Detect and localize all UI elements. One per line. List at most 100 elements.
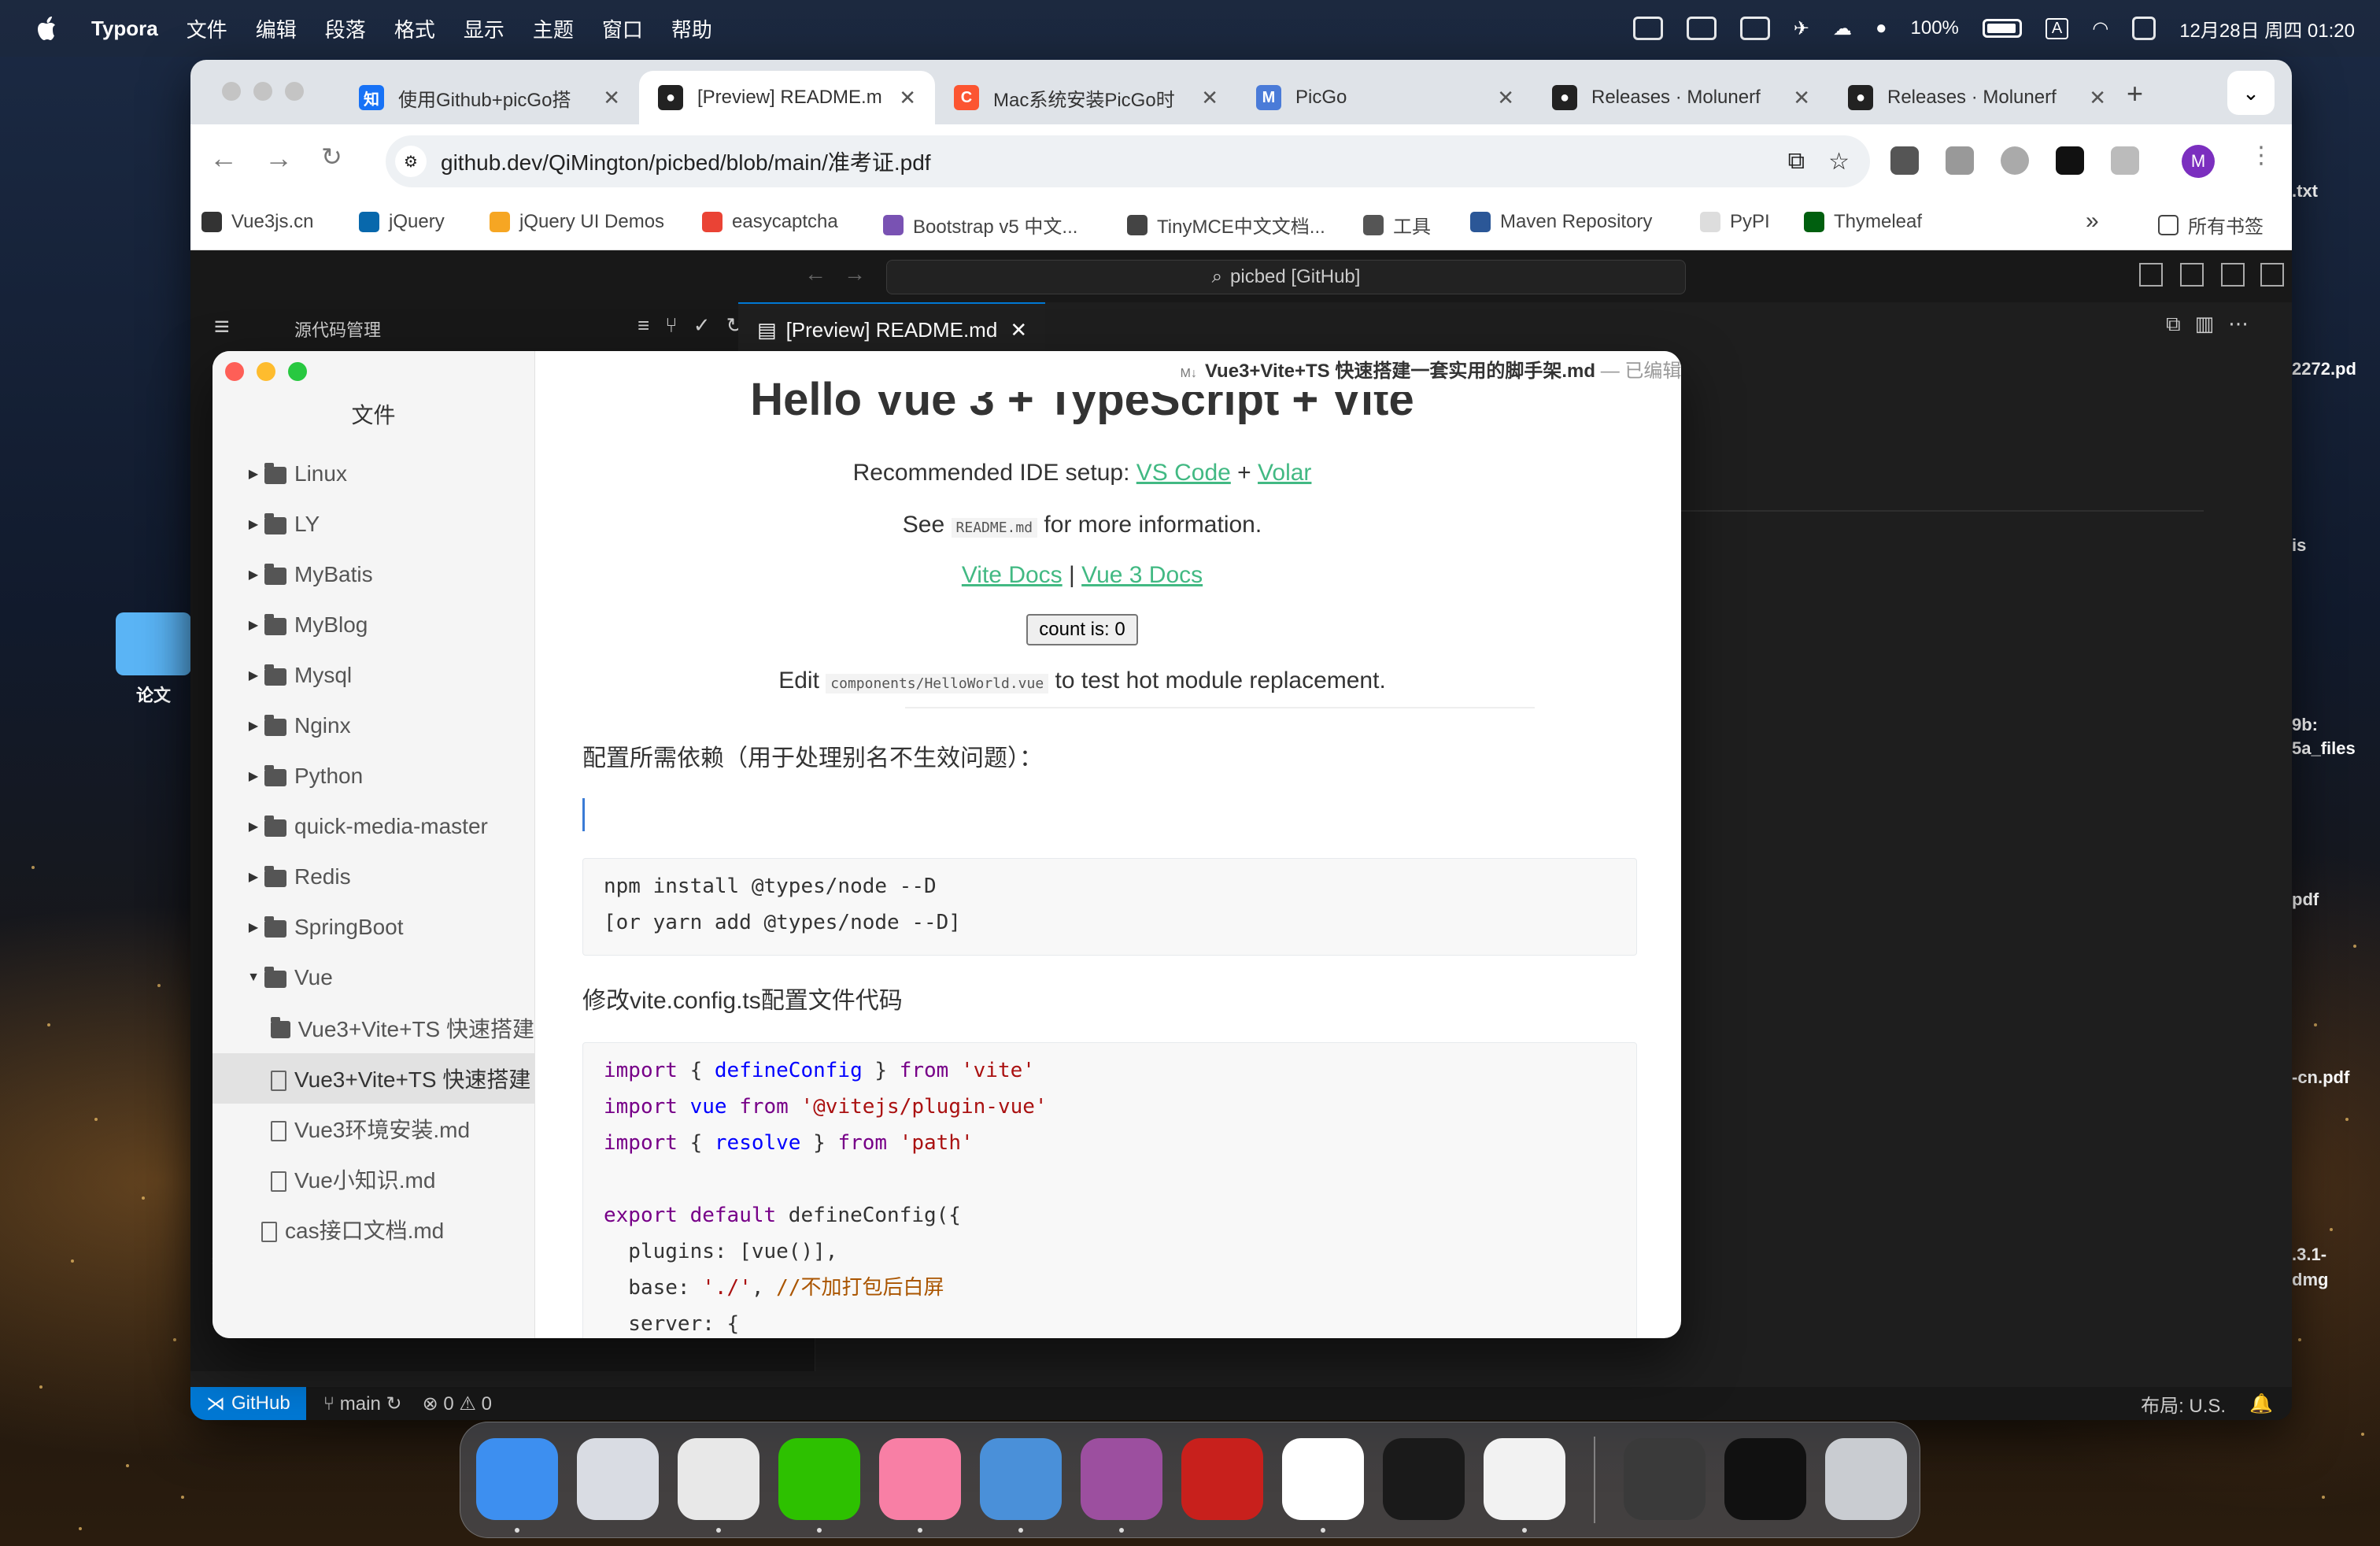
toggle-secondary-sidebar-icon[interactable] [2221, 263, 2245, 287]
caret-right-icon[interactable]: ▶ [247, 768, 260, 784]
count-button[interactable]: count is: 0 [1026, 614, 1138, 645]
vite-docs-link[interactable]: Vite Docs [962, 562, 1062, 588]
tree-folder[interactable]: ▶ Mysql [213, 650, 534, 701]
desktop-file[interactable]: pdf [2292, 890, 2371, 910]
battery-icon[interactable] [1982, 19, 2022, 38]
menu-view[interactable]: 显示 [464, 14, 504, 43]
url-text[interactable]: github.dev/QiMington/picbed/blob/main/准考… [441, 146, 931, 177]
browser-menu-icon[interactable]: ⋮ [2249, 142, 2273, 169]
dock-typora-icon[interactable] [1484, 1438, 1565, 1520]
tree-folder[interactable]: ▶ MyBatis [213, 549, 534, 600]
forward-button[interactable]: → [264, 142, 293, 175]
desktop-file[interactable]: -cn.pdf [2292, 1067, 2380, 1088]
code-block[interactable]: npm install @types/node --D [or yarn add … [582, 858, 1637, 956]
editor-actions[interactable]: ⧉▥⋯ [2166, 312, 2263, 337]
menu-clock[interactable]: 12月28日 周四 01:20 [2179, 15, 2355, 43]
wechat-icon[interactable]: ● [1876, 17, 1887, 39]
close-tab-icon[interactable]: ✕ [899, 86, 916, 110]
tab[interactable]: C Mac系统安装PicGo时 ✕ [935, 71, 1237, 124]
caret-right-icon[interactable]: ▶ [247, 567, 260, 583]
bookmark-item[interactable]: easycaptcha [702, 211, 838, 233]
caret-right-icon[interactable]: ▶ [247, 869, 260, 885]
problems-indicator[interactable]: ⊗ 0 ⚠ 0 [423, 1393, 492, 1415]
menu-format[interactable]: 格式 [394, 14, 435, 43]
bookmark-item[interactable]: Bootstrap v5 中文... [883, 211, 1077, 239]
paragraph[interactable]: 修改vite.config.ts配置文件代码 [582, 981, 903, 1015]
desktop-folder[interactable]: 论文 [110, 612, 197, 707]
nav-forward-icon[interactable]: → [844, 261, 866, 287]
dock-recent-window-2-icon[interactable] [1724, 1438, 1806, 1520]
dock-terminal-icon[interactable] [1383, 1438, 1465, 1520]
address-bar[interactable]: ⚙ github.dev/QiMington/picbed/blob/main/… [386, 135, 1870, 187]
tree-folder[interactable]: ▶ SpringBoot [213, 902, 534, 952]
close-window-button[interactable] [225, 362, 244, 381]
menu-help[interactable]: 帮助 [671, 14, 712, 43]
tab[interactable]: ● Releases · Molunerf ✕ [1533, 71, 1829, 124]
close-tab-icon[interactable]: ✕ [2089, 86, 2106, 110]
menu-file[interactable]: 文件 [187, 14, 227, 43]
new-tab-button[interactable]: + [2127, 77, 2143, 110]
more-bookmarks-button[interactable]: » [2086, 208, 2099, 235]
zoom-window-button[interactable] [288, 362, 307, 381]
toggle-sidebar-icon[interactable] [2139, 263, 2163, 287]
site-info-icon[interactable]: ⚙ [395, 146, 427, 177]
tree-file[interactable]: cas接口文档.md [213, 1204, 534, 1255]
back-button[interactable]: ← [209, 142, 238, 175]
clock-app-icon[interactable] [1739, 17, 1770, 40]
volar-link[interactable]: Volar [1258, 460, 1311, 486]
close-tab-icon[interactable]: ✕ [1201, 86, 1218, 110]
code-block[interactable]: import { defineConfig } from 'vite' impo… [582, 1042, 1637, 1338]
bookmark-item[interactable]: jQuery UI Demos [490, 211, 664, 233]
bookmark-star-icon[interactable]: ☆ [1828, 148, 1850, 176]
tree-folder[interactable]: ▶ Python [213, 751, 534, 801]
caret-right-icon[interactable]: ▶ [247, 718, 260, 734]
wifi-icon[interactable]: ◠ [2092, 17, 2108, 40]
bookmark-item[interactable]: TinyMCE中文文档... [1127, 211, 1325, 239]
caret-right-icon[interactable]: ▶ [247, 668, 260, 683]
bookmark-item[interactable]: Vue3js.cn [201, 211, 314, 233]
all-bookmarks-button[interactable]: 所有书签 [2158, 211, 2264, 239]
close-window-button[interactable] [222, 82, 241, 101]
extension-x-icon[interactable] [1890, 146, 1919, 175]
dock-acrobat-icon[interactable] [1181, 1438, 1263, 1520]
menu-app-name[interactable]: Typora [91, 17, 158, 41]
tree-folder[interactable]: ▶ quick-media-master [213, 801, 534, 852]
toggle-panel-icon[interactable] [2180, 263, 2204, 287]
tree-folder[interactable]: Vue3+Vite+TS 快速搭建 [213, 1003, 534, 1053]
dock-finder-icon[interactable] [476, 1438, 558, 1520]
paper-plane-icon[interactable]: ✈ [1794, 17, 1809, 40]
close-tab-icon[interactable]: ✕ [603, 86, 620, 110]
tree-folder[interactable]: ▶ Redis [213, 852, 534, 902]
minimize-window-button[interactable] [257, 362, 275, 381]
extension-circle-icon[interactable] [2001, 146, 2029, 175]
close-tab-icon[interactable]: ✕ [1010, 318, 1027, 342]
caret-down-icon[interactable]: ▼ [247, 971, 260, 985]
status-app-icon[interactable] [1632, 17, 1663, 40]
desktop-file[interactable]: .3.1- dmg [2292, 1242, 2371, 1293]
menu-theme[interactable]: 主题 [533, 14, 574, 43]
extension-recycle-icon[interactable] [1946, 146, 1974, 175]
bookmark-item[interactable]: PyPI [1700, 211, 1770, 233]
extension-vue-icon[interactable] [2111, 146, 2139, 175]
bookmark-item[interactable]: Maven Repository [1470, 211, 1652, 233]
bookmark-item[interactable]: Thymeleaf [1804, 211, 1922, 233]
tree-file[interactable]: Vue小知识.md [213, 1154, 534, 1204]
vue-docs-link[interactable]: Vue 3 Docs [1081, 562, 1203, 588]
menu-window[interactable]: 窗口 [602, 14, 643, 43]
input-source-icon[interactable]: A [2045, 17, 2069, 39]
zoom-window-button[interactable] [285, 82, 304, 101]
tree-file[interactable]: Vue3环境安装.md [213, 1104, 534, 1154]
vscode-link[interactable]: VS Code [1136, 460, 1231, 486]
dock-vscode-monitor-icon[interactable] [980, 1438, 1062, 1520]
caret-right-icon[interactable]: ▶ [247, 516, 260, 532]
dock-wechat-icon[interactable] [778, 1438, 860, 1520]
profile-avatar[interactable]: M [2182, 145, 2215, 178]
control-center-icon[interactable] [2132, 17, 2156, 40]
reload-button[interactable]: ↻ [321, 142, 342, 172]
close-tab-icon[interactable]: ✕ [1497, 86, 1514, 110]
dock-centos-icon[interactable] [1081, 1438, 1162, 1520]
sync-icon[interactable]: ↻ [386, 1393, 401, 1415]
tree-folder[interactable]: ▶ LY [213, 499, 534, 549]
desktop-file[interactable]: .txt [2292, 181, 2371, 202]
desktop-file[interactable]: 9b: 5a_files [2292, 713, 2380, 760]
